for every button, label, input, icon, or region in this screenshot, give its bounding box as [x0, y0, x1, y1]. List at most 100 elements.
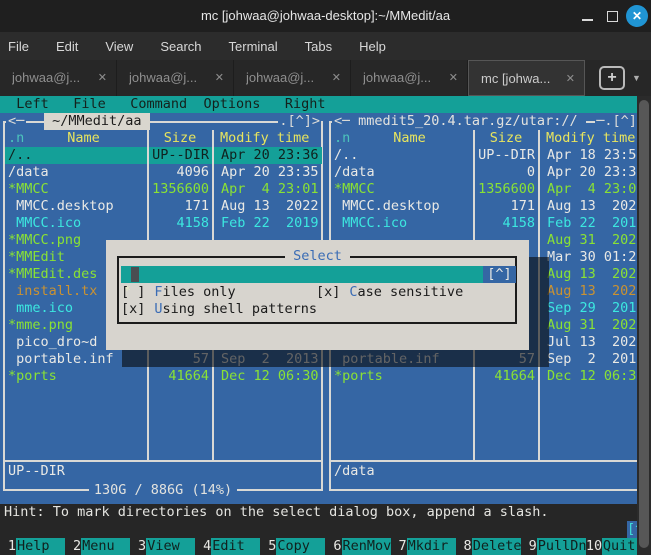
- tab-close-icon[interactable]: ✕: [215, 60, 224, 96]
- tab-close-icon[interactable]: ✕: [449, 60, 458, 96]
- panel-arrow-right[interactable]: .[^]>: [278, 113, 321, 130]
- fkey-8-delete[interactable]: 8Delete: [456, 538, 521, 555]
- tab-close-icon[interactable]: ✕: [98, 60, 107, 96]
- new-tab-button[interactable]: +: [599, 66, 625, 90]
- tab-close-icon[interactable]: ✕: [332, 60, 341, 96]
- tab-4[interactable]: johwaa@j...✕: [351, 60, 468, 96]
- dialog-shadow: [122, 350, 549, 367]
- fkey-label: Menu: [81, 538, 130, 555]
- file-row[interactable]: MMCC.desktop171Aug 13 2022: [331, 198, 647, 215]
- file-row[interactable]: /..UP--DIRApr 20 23:36: [5, 147, 322, 164]
- scrollbar-thumb[interactable]: [639, 100, 649, 548]
- fkey-label: RenMov: [342, 538, 391, 555]
- terminal-screen: Left File Command Options Right <─ ~/MMedit/…: [0, 96, 651, 555]
- column-header-name[interactable]: Name: [20, 130, 147, 147]
- file-size: 4158: [469, 215, 535, 232]
- fkey-label: Edit: [211, 538, 260, 555]
- menu-terminal[interactable]: Terminal: [229, 39, 278, 54]
- command-line[interactable]: johwaa@johwaa-desktop:~/MMedit/aa$ [^]: [0, 521, 651, 538]
- menu-view[interactable]: View: [105, 39, 133, 54]
- fkey-number: 1: [0, 538, 16, 555]
- fkey-number: 9: [521, 538, 537, 555]
- fkey-4-edit[interactable]: 4Edit: [195, 538, 260, 555]
- file-name: MMCC.ico: [8, 215, 81, 232]
- file-row[interactable]: *ports41664Dec 12 06:30: [331, 368, 647, 385]
- mc-menu-right[interactable]: Right: [285, 96, 326, 113]
- file-row[interactable]: MMCC.ico4158Feb 22 2019: [5, 215, 322, 232]
- file-row[interactable]: MMCC.desktop171Aug 13 2022: [5, 198, 322, 215]
- input-history-button[interactable]: [^]: [483, 266, 516, 283]
- minimize-icon: [582, 19, 593, 21]
- tab-3[interactable]: johwaa@j...✕: [234, 60, 351, 96]
- file-name: *MMCC: [334, 181, 375, 198]
- tab-5[interactable]: mc [johwa...✕: [468, 60, 585, 96]
- checkbox-shell-patterns[interactable]: [x]Using shell patterns: [121, 301, 317, 318]
- scrollbar[interactable]: [637, 96, 651, 555]
- fkey-label: Delete: [472, 538, 521, 555]
- pattern-input[interactable]: *: [121, 266, 483, 283]
- panel-column-headers: .nNameSizeModify time: [326, 130, 651, 147]
- file-mtime: Feb 22 2019: [221, 215, 319, 232]
- file-name: install.tx: [8, 283, 97, 300]
- tab-2[interactable]: johwaa@j...✕: [117, 60, 234, 96]
- panel-path[interactable]: ~/MMedit/aa: [44, 113, 150, 130]
- file-row[interactable]: /data0Apr 20 23:35: [331, 164, 647, 181]
- panel-path[interactable]: mmedit5_20.4.tar.gz/utar://: [350, 113, 586, 130]
- dialog-shadow: [529, 257, 549, 350]
- fkey-6-renmov[interactable]: 6RenMov: [326, 538, 391, 555]
- fkey-5-copy[interactable]: 5Copy: [260, 538, 325, 555]
- file-name: portable.inf: [8, 351, 114, 368]
- file-row[interactable]: /..UP--DIRApr 18 23:58: [331, 147, 647, 164]
- file-row[interactable]: *MMCC1356600Apr 4 23:01: [331, 181, 647, 198]
- close-button[interactable]: ✕: [625, 0, 649, 32]
- file-row[interactable]: *ports41664Dec 12 06:30: [5, 368, 322, 385]
- column-header-mtime[interactable]: Modify time: [546, 130, 635, 147]
- file-name: MMCC.desktop: [8, 198, 114, 215]
- menu-edit[interactable]: Edit: [56, 39, 78, 54]
- file-row[interactable]: /data4096Apr 20 23:35: [5, 164, 322, 181]
- select-dialog: Select * [^] [ ]Files only [x]Case sensi…: [106, 240, 529, 350]
- column-header-name[interactable]: Name: [346, 130, 473, 147]
- menu-tabs[interactable]: Tabs: [305, 39, 332, 54]
- tab-list-dropdown-icon[interactable]: ▼: [632, 73, 641, 83]
- panel-column-headers: .nNameSizeModify time: [0, 130, 326, 147]
- checkbox-case-sensitive[interactable]: [x]Case sensitive: [316, 284, 463, 301]
- file-size: 171: [469, 198, 535, 215]
- fkey-number: 8: [456, 538, 472, 555]
- panel-arrow-left[interactable]: <─: [6, 113, 26, 130]
- panel-separator-line: [329, 460, 648, 462]
- menu-search[interactable]: Search: [160, 39, 201, 54]
- titlebar[interactable]: mc [johwaa@johwaa-desktop]:~/MMedit/aa ✕: [0, 0, 651, 32]
- fkey-7-mkdir[interactable]: 7Mkdir: [391, 538, 456, 555]
- tab-close-icon[interactable]: ✕: [566, 61, 575, 97]
- file-mtime: Sep 29 2013: [547, 300, 645, 317]
- panel-title[interactable]: <─ mmedit5_20.4.tar.gz/utar:// ─.[^]>: [326, 113, 651, 130]
- tab-1[interactable]: johwaa@j...✕: [0, 60, 117, 96]
- menu-help[interactable]: Help: [359, 39, 386, 54]
- column-header-size[interactable]: Size: [149, 130, 211, 147]
- file-name: /data: [8, 164, 49, 181]
- mc-menu-options[interactable]: Options: [203, 96, 260, 113]
- file-name: MMCC.desktop: [334, 198, 440, 215]
- fkey-1-help[interactable]: 1Help: [0, 538, 65, 555]
- fkey-number: 4: [195, 538, 211, 555]
- panel-title[interactable]: <─ ~/MMedit/aa .[^]>: [0, 113, 326, 130]
- mc-menu-left[interactable]: Left: [16, 96, 49, 113]
- fkey-9-pulldn[interactable]: 9PullDn: [521, 538, 586, 555]
- column-header-size[interactable]: Size: [475, 130, 537, 147]
- file-name: *MMEdit: [8, 249, 65, 266]
- menu-file[interactable]: File: [8, 39, 29, 54]
- maximize-button[interactable]: [603, 0, 623, 32]
- minimize-button[interactable]: [578, 0, 598, 32]
- file-name: pico_dro~d: [8, 334, 97, 351]
- fkey-2-menu[interactable]: 2Menu: [65, 538, 130, 555]
- checkbox-files-only[interactable]: [ ]Files only: [121, 284, 236, 301]
- mc-menu-command[interactable]: Command: [130, 96, 187, 113]
- fkey-3-view[interactable]: 3View: [130, 538, 195, 555]
- file-row[interactable]: *MMCC1356600Apr 4 23:01: [5, 181, 322, 198]
- file-row[interactable]: MMCC.ico4158Feb 22 2019: [331, 215, 647, 232]
- mc-menu-file[interactable]: File: [73, 96, 106, 113]
- file-mtime: Apr 18 23:58: [547, 147, 645, 164]
- column-header-mtime[interactable]: Modify time: [220, 130, 309, 147]
- file-name: MMCC.ico: [334, 215, 407, 232]
